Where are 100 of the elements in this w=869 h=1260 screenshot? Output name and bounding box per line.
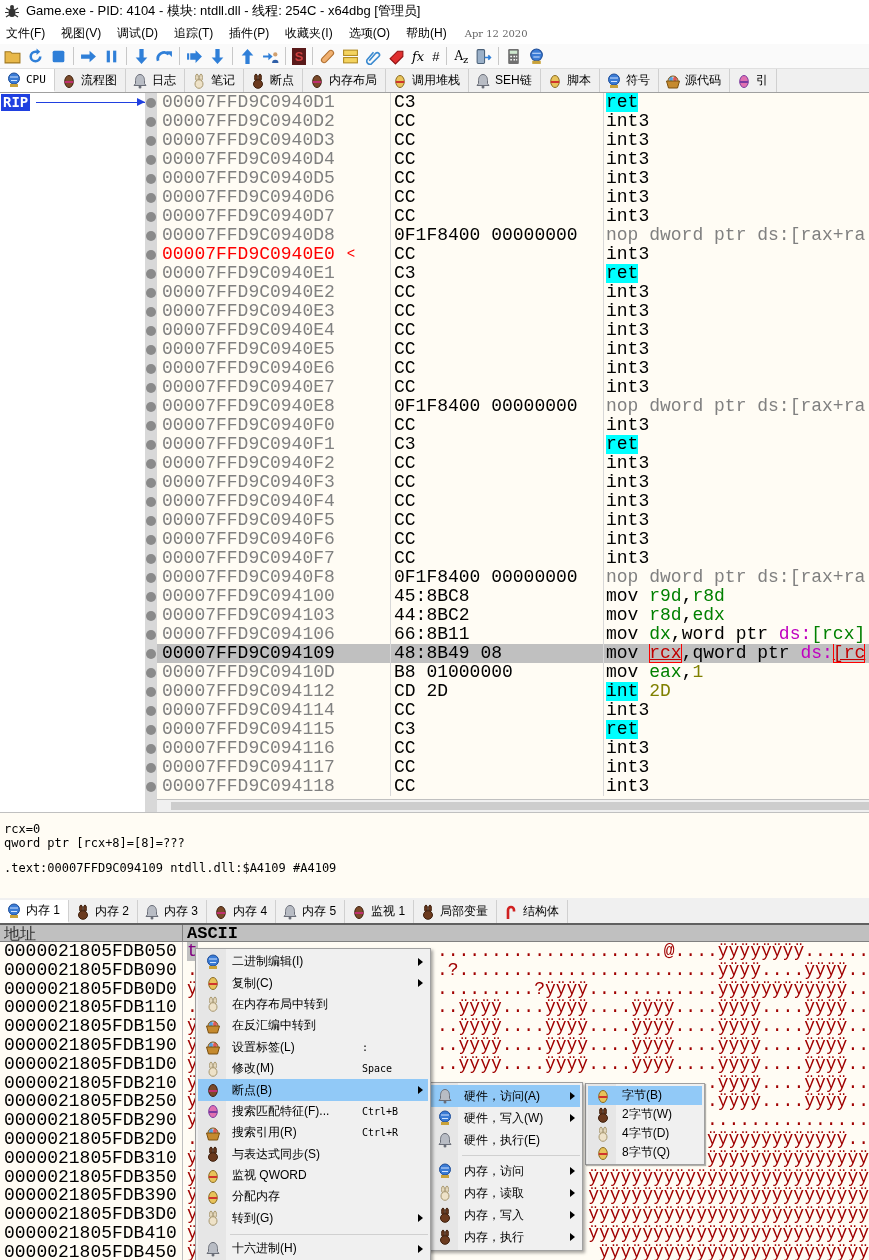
breakpoint-dot[interactable] xyxy=(146,116,156,127)
breakpoint-dot[interactable] xyxy=(146,591,156,602)
breakpoint-dot[interactable] xyxy=(146,382,156,393)
disassembly-row[interactable]: 00007FFD9C0940D5 CC int3 xyxy=(0,169,869,188)
menu-item[interactable]: 2字节(W) xyxy=(588,1105,702,1124)
menu-item[interactable]: 搜索引用(R) Ctrl+R xyxy=(198,1122,428,1144)
menu-item[interactable]: 视图(V) xyxy=(61,24,109,42)
menu-item[interactable]: 调试(D) xyxy=(117,24,165,42)
disassembly-row[interactable]: 00007FFD9C094106 66:8B11 mov dx,word ptr ds:[rcx] xyxy=(0,625,869,644)
menu-item[interactable]: 插件(P) xyxy=(229,24,277,42)
menu-item[interactable]: 硬件，访问(A) xyxy=(430,1085,580,1107)
menu-item[interactable]: 断点(B) xyxy=(198,1079,428,1101)
breakpoint-dot[interactable] xyxy=(146,135,156,146)
disassembly-row[interactable]: 00007FFD9C0940F6 CC int3 xyxy=(0,530,869,549)
disassembly-row[interactable]: 00007FFD9C0940F1 C3 ret xyxy=(0,435,869,454)
disassembly-row[interactable]: 00007FFD9C094100 45:8BC8 mov r9d,r8d xyxy=(0,587,869,606)
menu-item[interactable]: 分配内存 xyxy=(198,1186,428,1208)
breakpoint-dot[interactable] xyxy=(146,268,156,279)
disassembly-row[interactable]: 00007FFD9C0940F8 0F1F8400 00000000 nop dword ptr ds:[rax+ra xyxy=(0,568,869,587)
breakpoint-dot[interactable] xyxy=(146,534,156,545)
breakpoint-dot[interactable] xyxy=(146,629,156,640)
breakpoint-dot[interactable] xyxy=(146,610,156,621)
disassembly-row[interactable]: 00007FFD9C094116 CC int3 xyxy=(0,739,869,758)
column-header[interactable]: 地址 xyxy=(0,925,183,941)
menu-item[interactable]: 硬件，写入(W) xyxy=(430,1107,580,1129)
breakpoint-dot[interactable] xyxy=(146,154,156,165)
breakpoint-dot[interactable] xyxy=(146,458,156,469)
globe-icon[interactable] xyxy=(528,47,546,65)
breakpoint-dot[interactable] xyxy=(146,306,156,317)
breakpoint-dot[interactable] xyxy=(146,173,156,184)
menu-item[interactable]: 内存，访问 xyxy=(430,1160,580,1182)
breakpoint-dot[interactable] xyxy=(146,667,156,678)
disassembly-row[interactable]: 00007FFD9C0940E1 C3 ret xyxy=(0,264,869,283)
breakpoint-dot[interactable] xyxy=(146,515,156,526)
menu-item[interactable]: 选项(O) xyxy=(348,24,397,42)
column-header[interactable]: ASCII xyxy=(183,925,238,941)
disassembly-row[interactable]: 00007FFD9C094117 CC int3 xyxy=(0,758,869,777)
menu-item[interactable]: 4字节(D) xyxy=(588,1124,702,1143)
breakpoint-dot[interactable] xyxy=(146,762,156,773)
disassembly-row[interactable]: 00007FFD9C0940D6 CC int3 xyxy=(0,188,869,207)
disassembly-row[interactable]: 00007FFD9C0940E5 CC int3 xyxy=(0,340,869,359)
breakpoint-dot[interactable] xyxy=(146,344,156,355)
disassembly-row[interactable]: 00007FFD9C0940F2 CC int3 xyxy=(0,454,869,473)
tab[interactable]: CPU xyxy=(0,69,55,92)
menu-item[interactable]: 追踪(T) xyxy=(174,24,221,42)
disassembly-row[interactable]: RIP 00007FFD9C0940D1 C3 ret xyxy=(0,93,869,112)
toolbar-button[interactable]: A$_{z}$ xyxy=(453,47,470,65)
menu-item[interactable]: 与表达式同步(S) xyxy=(198,1143,428,1165)
breakpoint-dot[interactable] xyxy=(146,249,156,260)
note-icon[interactable] xyxy=(342,47,359,65)
menu-item[interactable]: 文件(F) xyxy=(6,24,53,42)
breakpoint-dot[interactable] xyxy=(146,705,156,716)
menu-item[interactable]: 硬件，执行(E) xyxy=(430,1129,580,1151)
horizontal-scrollbar[interactable] xyxy=(157,799,869,812)
menu-item[interactable]: 在内存布局中转到 xyxy=(198,993,428,1016)
breakpoint-dot[interactable] xyxy=(146,420,156,431)
disassembly-row[interactable]: 00007FFD9C0940E8 0F1F8400 00000000 nop dword ptr ds:[rax+ra xyxy=(0,397,869,416)
tab[interactable]: 内存 1 xyxy=(0,900,69,923)
device-icon[interactable] xyxy=(475,47,493,65)
disassembly-row[interactable]: 00007FFD9C0940E2 CC int3 xyxy=(0,283,869,302)
breakpoint-dot[interactable] xyxy=(146,230,156,241)
toolbar-button[interactable]: fx xyxy=(411,47,426,65)
menu-item[interactable]: 收藏夹(I) xyxy=(285,24,340,42)
disassembly-row[interactable]: 00007FFD9C0940F5 CC int3 xyxy=(0,511,869,530)
menu-item[interactable]: 帮助(H) xyxy=(406,24,454,42)
disassembly-row[interactable]: 00007FFD9C094118 CC int3 xyxy=(0,777,869,796)
disassembly-row[interactable]: 00007FFD9C0940F3 CC int3 xyxy=(0,473,869,492)
breakpoint-dot[interactable] xyxy=(146,439,156,450)
menu-item[interactable]: 字节(B) xyxy=(588,1086,702,1105)
toolbar-button[interactable]: # xyxy=(431,47,441,65)
breakpoint-dot[interactable] xyxy=(146,572,156,583)
menu-item[interactable]: 8字节(Q) xyxy=(588,1143,702,1162)
menu-item[interactable]: 内存，写入 xyxy=(430,1204,580,1226)
breakpoint-dot[interactable] xyxy=(146,781,156,792)
breakpoint-dot[interactable] xyxy=(146,363,156,374)
breakpoint-dot[interactable] xyxy=(146,97,156,108)
breakpoint-dot[interactable] xyxy=(146,496,156,507)
menu-item[interactable]: 设置标签(L) : xyxy=(198,1036,428,1058)
disassembly-row[interactable]: 00007FFD9C0940D2 CC int3 xyxy=(0,112,869,131)
disassembly-row[interactable]: 00007FFD9C0940D7 CC int3 xyxy=(0,207,869,226)
menu-item[interactable]: 复制(C) xyxy=(198,972,428,994)
disassembly-row[interactable]: 00007FFD9C0940D4 CC int3 xyxy=(0,150,869,169)
menu-item[interactable]: 搜索匹配特征(F)... Ctrl+B xyxy=(198,1100,428,1123)
menu-item[interactable]: 十六进制(H) xyxy=(198,1238,428,1260)
refresh-icon[interactable] xyxy=(27,47,44,65)
disassembly-row[interactable]: 00007FFD9C094115 C3 ret xyxy=(0,720,869,739)
menu-item[interactable]: 转到(G) xyxy=(198,1207,428,1230)
disassembly-row[interactable]: 00007FFD9C0940D3 CC int3 xyxy=(0,131,869,150)
disassembly-row[interactable]: 00007FFD9C0940E4 CC int3 xyxy=(0,321,869,340)
menu-item[interactable]: 修改(M) Space xyxy=(198,1057,428,1080)
breakpoint-dot[interactable] xyxy=(146,743,156,754)
breakpoint-dot[interactable] xyxy=(146,287,156,298)
breakpoint-dot[interactable] xyxy=(146,648,156,659)
breakpoint-dot[interactable] xyxy=(146,401,156,412)
disassembly-row[interactable]: 00007FFD9C0940D8 0F1F8400 00000000 nop dword ptr ds:[rax+ra xyxy=(0,226,869,245)
disassembly-row[interactable]: 00007FFD9C0940F4 CC int3 xyxy=(0,492,869,511)
breakpoint-dot[interactable] xyxy=(146,553,156,564)
breakpoint-dot[interactable] xyxy=(146,686,156,697)
breakpoint-dot[interactable] xyxy=(146,477,156,488)
disassembly-row[interactable]: 00007FFD9C094112 CD 2D int 2D xyxy=(0,682,869,701)
